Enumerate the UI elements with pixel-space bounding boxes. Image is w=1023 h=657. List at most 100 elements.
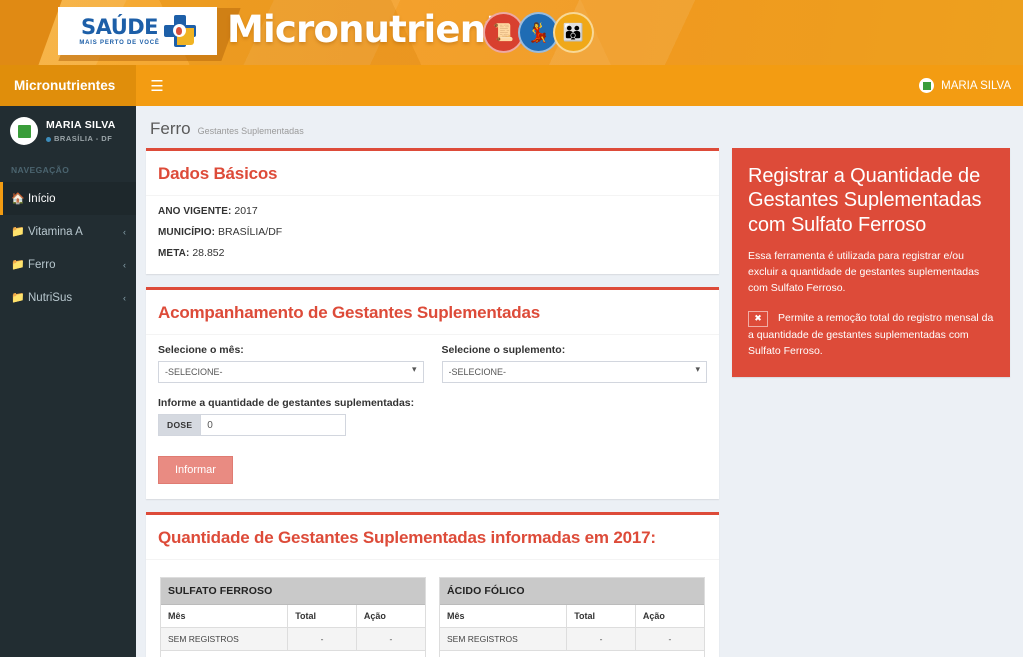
page-body: MARIA SILVA BRASÍLIA - DF NAVEGAÇÃO 🏠 In… <box>0 106 1023 657</box>
sidebar-user-location-label: BRASÍLIA - DF <box>54 134 113 144</box>
field-value: BRASÍLIA/DF <box>218 226 283 238</box>
folder-icon: 📁 <box>11 292 25 304</box>
navbar-user-menu[interactable]: MARIA SILVA <box>907 65 1023 106</box>
select-suplemento[interactable]: -SELECIONE- <box>441 361 707 383</box>
sidebar-user-location: BRASÍLIA - DF <box>46 134 116 144</box>
dose-input-group: DOSE <box>158 414 347 436</box>
mes-group: Selecione o mês: -SELECIONE- <box>158 344 424 383</box>
info-panel: Registrar a Quantidade de Gestantes Supl… <box>732 148 1010 378</box>
chevron-left-icon: ‹ <box>123 292 126 303</box>
sidebar-item-inicio[interactable]: 🏠 Início <box>0 182 136 215</box>
navbar-brand-label: Micronutrientes <box>14 78 116 93</box>
info-panel-note-text: Permite a remoção total do registro mens… <box>748 312 994 357</box>
page-subtitle: Gestantes Suplementadas <box>197 126 304 136</box>
remove-x-icon: ✖ <box>748 310 768 327</box>
badge-yellow-icon: 👪 <box>553 12 594 53</box>
sidebar-item-nutrisus[interactable]: 📁 NutriSus ‹ <box>0 281 136 314</box>
table-header-row: Mês Total Ação <box>161 604 425 628</box>
sidebar-section-header: NAVEGAÇÃO <box>11 165 70 175</box>
acompanhamento-title: Acompanhamento de Gestantes Suplementada… <box>158 303 540 322</box>
chevron-left-icon: ‹ <box>123 226 126 237</box>
page-title: Ferro <box>150 119 191 138</box>
column-header-acao: Ação <box>635 604 704 628</box>
column-header-mes: Mês <box>440 604 568 628</box>
sidebar-user-panel[interactable]: MARIA SILVA BRASÍLIA - DF <box>0 106 136 156</box>
field-meta: META: 28.852 <box>158 247 707 259</box>
saude-logo: SAÚDE MAIS PERTO DE VOCÊ <box>58 7 217 55</box>
field-municipio: MUNICÍPIO: BRASÍLIA/DF <box>158 226 707 238</box>
selects-row: Selecione o mês: -SELECIONE- Selecione o… <box>158 344 707 383</box>
main-column: Dados Básicos ANO VIGENTE: 2017 MUNICÍPI… <box>146 148 719 657</box>
hamburger-icon[interactable]: ☰ <box>136 65 178 106</box>
info-panel-note: ✖ Permite a remoção total do registro men… <box>748 310 994 359</box>
cell-mes: SEM REGISTROS <box>440 627 568 651</box>
suplemento-label: Selecione o suplemento: <box>441 344 566 356</box>
table-caption: SULFATO FERROSO <box>161 578 425 605</box>
cell-total: - <box>287 627 357 651</box>
field-ano-vigente: ANO VIGENTE: 2017 <box>158 205 707 217</box>
table-row: SEM REGISTROS - - <box>440 627 704 651</box>
side-column: Registrar a Quantidade de Gestantes Supl… <box>732 148 1010 378</box>
dose-input[interactable] <box>200 414 347 436</box>
page-header: Ferro Gestantes Suplementadas <box>146 116 1010 148</box>
health-cross-icon <box>163 15 196 47</box>
cell-total: - <box>566 627 636 651</box>
logo-secondary-text: MAIS PERTO DE VOCÊ <box>79 39 160 46</box>
banner-left-wedge <box>0 0 62 65</box>
chevron-left-icon: ‹ <box>123 259 126 270</box>
sidebar-user-name: MARIA SILVA <box>46 118 116 131</box>
dose-addon-label: DOSE <box>158 414 201 436</box>
acompanhamento-box: Acompanhamento de Gestantes Suplementada… <box>146 287 719 499</box>
sidebar: MARIA SILVA BRASÍLIA - DF NAVEGAÇÃO 🏠 In… <box>0 106 136 657</box>
status-dot-icon <box>46 136 51 142</box>
dados-basicos-box: Dados Básicos ANO VIGENTE: 2017 MUNICÍPI… <box>146 148 719 274</box>
info-panel-title: Registrar a Quantidade de Gestantes Supl… <box>748 165 982 236</box>
table-caption-row: ÁCIDO FÓLICO <box>440 578 704 605</box>
table-footer-row <box>440 650 704 657</box>
table-acido-folico: ÁCIDO FÓLICO Mês Total Ação SEM REGISTRO… <box>439 577 705 657</box>
mes-label: Selecione o mês: <box>158 344 244 356</box>
top-banner: SAÚDE MAIS PERTO DE VOCÊ Micronutrientes… <box>0 0 1023 65</box>
navbar-avatar-icon <box>919 78 935 93</box>
folder-icon: 📁 <box>11 259 25 271</box>
select-mes[interactable]: -SELECIONE- <box>158 361 424 383</box>
quantidade-body: SULFATO FERROSO Mês Total Ação SEM REGIS… <box>146 559 719 657</box>
content-area: Ferro Gestantes Suplementadas Dados Bási… <box>136 106 1023 657</box>
table-header-row: Mês Total Ação <box>440 604 704 628</box>
tables-row: SULFATO FERROSO Mês Total Ação SEM REGIS… <box>158 569 707 657</box>
field-value: 28.852 <box>192 247 225 259</box>
avatar <box>10 117 38 145</box>
field-label: ANO VIGENTE: <box>158 206 232 217</box>
acompanhamento-header: Acompanhamento de Gestantes Suplementada… <box>146 290 719 334</box>
cell-mes: SEM REGISTROS <box>161 627 289 651</box>
field-value: 2017 <box>234 205 258 217</box>
cell-acao: - <box>356 627 425 651</box>
column-header-total: Total <box>287 604 357 628</box>
sidebar-item-ferro[interactable]: 📁 Ferro ‹ <box>0 248 136 281</box>
home-icon: 🏠 <box>11 193 25 205</box>
column-header-total: Total <box>566 604 636 628</box>
navbar-spacer <box>178 65 907 106</box>
cell-acao: - <box>635 627 704 651</box>
table-footer-row <box>161 650 425 657</box>
dados-basicos-title: Dados Básicos <box>158 164 278 183</box>
sidebar-item-vitamina-a[interactable]: 📁 Vitamina A ‹ <box>0 215 136 248</box>
table-caption-row: SULFATO FERROSO <box>161 578 425 605</box>
field-label: MUNICÍPIO: <box>158 227 216 238</box>
navbar-brand[interactable]: Micronutrientes <box>0 65 136 106</box>
table-caption: ÁCIDO FÓLICO <box>440 578 704 605</box>
quantidade-box: Quantidade de Gestantes Suplementadas in… <box>146 512 719 657</box>
quantidade-label: Informe a quantidade de gestantes suplem… <box>158 397 415 409</box>
sidebar-item-label: Vitamina A <box>28 225 83 238</box>
dados-basicos-header: Dados Básicos <box>146 151 719 195</box>
logo-primary-text: SAÚDE <box>80 14 159 39</box>
dados-basicos-body: ANO VIGENTE: 2017 MUNICÍPIO: BRASÍLIA/DF… <box>146 195 719 274</box>
info-panel-description: Essa ferramenta é utilizada para registr… <box>748 250 980 294</box>
informar-button[interactable]: Informar <box>158 456 233 484</box>
column-header-acao: Ação <box>356 604 425 628</box>
table-sulfato-ferroso: SULFATO FERROSO Mês Total Ação SEM REGIS… <box>160 577 426 657</box>
acompanhamento-body: Selecione o mês: -SELECIONE- Selecione o… <box>146 334 719 499</box>
suplemento-group: Selecione o suplemento: -SELECIONE- <box>441 344 707 383</box>
sidebar-item-label: NutriSus <box>28 291 73 304</box>
banner-badges: 📜 💃 👪 <box>483 12 594 53</box>
